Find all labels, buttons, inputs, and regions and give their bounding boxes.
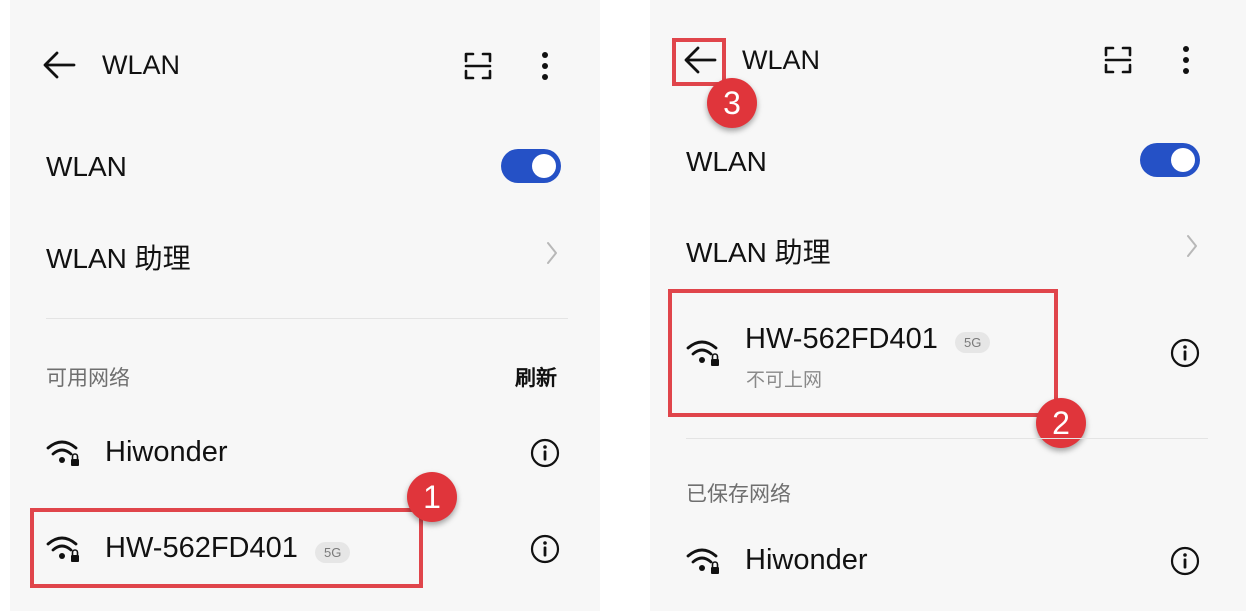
- wifi-lock-icon: [46, 438, 82, 468]
- info-icon[interactable]: [1170, 338, 1200, 368]
- page-title: WLAN: [742, 45, 821, 75]
- divider: [686, 438, 1208, 439]
- scan-icon[interactable]: [463, 51, 493, 81]
- step-marker: 1: [407, 472, 457, 522]
- wlan-assistant-row[interactable]: WLAN 助理: [10, 225, 600, 285]
- toggle-knob: [1171, 148, 1195, 172]
- wlan-toggle[interactable]: [1140, 143, 1200, 177]
- saved-networks-header: 已保存网络: [686, 483, 791, 506]
- chevron-right-icon: [546, 241, 558, 265]
- info-icon[interactable]: [530, 534, 560, 564]
- divider: [46, 318, 568, 319]
- wlan-assistant-row[interactable]: WLAN 助理: [650, 220, 1246, 280]
- network-item[interactable]: Hiwonder: [650, 528, 1246, 594]
- wlan-screen-after: 3 WLAN WLAN WLAN 助理 HW-562FD401 5G 不可上网 …: [650, 0, 1246, 611]
- available-networks-header: 可用网络: [46, 367, 130, 390]
- more-vert-icon[interactable]: [1181, 45, 1191, 75]
- page-title: WLAN: [102, 50, 181, 80]
- scan-icon[interactable]: [1103, 45, 1133, 75]
- wifi-lock-icon: [686, 546, 722, 576]
- highlight-box: [668, 289, 1058, 417]
- wlan-assistant-label: WLAN 助理: [46, 243, 191, 274]
- wlan-toggle-label: WLAN: [686, 146, 767, 177]
- step-marker: 2: [1036, 398, 1086, 448]
- wlan-screen-before: WLAN WLAN WLAN 助理 可用网络 刷新 Hiwonder HW-56…: [10, 0, 600, 611]
- refresh-button[interactable]: 刷新: [515, 362, 557, 392]
- back-arrow-icon[interactable]: [42, 50, 76, 80]
- wlan-assistant-label: WLAN 助理: [686, 237, 831, 268]
- info-icon[interactable]: [1170, 546, 1200, 576]
- network-name: Hiwonder: [105, 436, 228, 468]
- highlight-box: [672, 38, 726, 86]
- wlan-toggle[interactable]: [501, 149, 561, 183]
- step-marker: 3: [707, 78, 757, 128]
- network-item[interactable]: Hiwonder: [10, 420, 600, 486]
- chevron-right-icon: [1186, 234, 1198, 258]
- more-vert-icon[interactable]: [540, 51, 550, 81]
- toggle-knob: [532, 154, 556, 178]
- info-icon[interactable]: [530, 438, 560, 468]
- highlight-box: [30, 508, 423, 588]
- wlan-toggle-label: WLAN: [46, 151, 127, 182]
- network-name: Hiwonder: [745, 544, 868, 576]
